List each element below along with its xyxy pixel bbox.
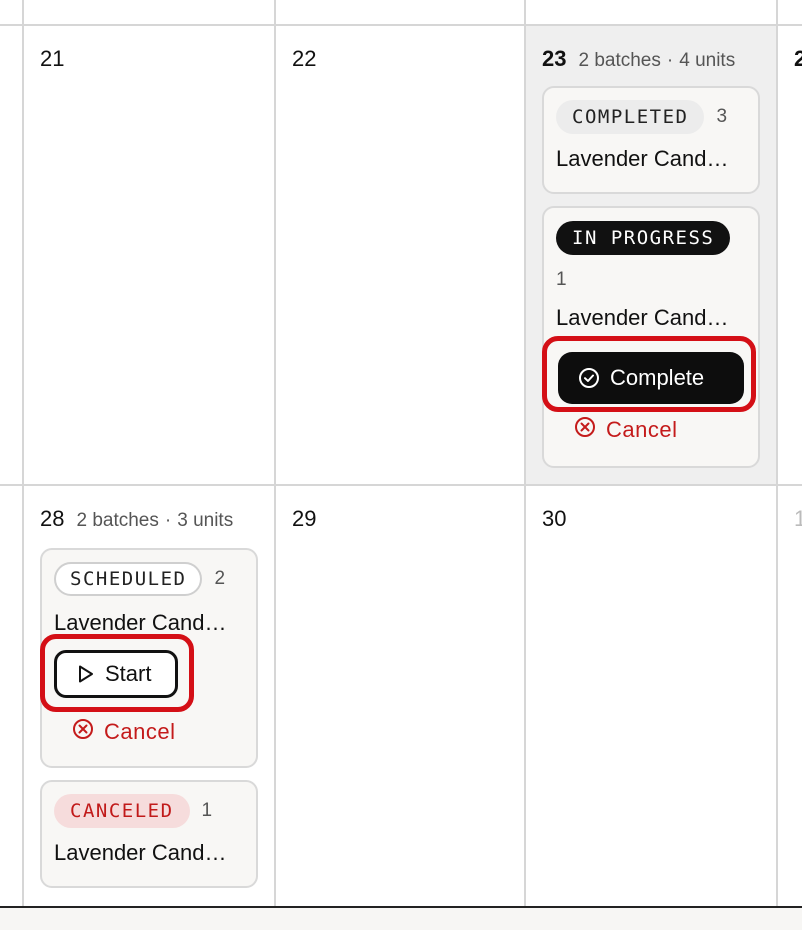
complete-button[interactable]: Complete xyxy=(558,352,744,404)
day-cell-30[interactable]: 30 xyxy=(526,486,776,906)
x-circle-icon xyxy=(72,718,94,746)
batch-count: 2 batches xyxy=(76,510,159,531)
day-cell-next-month[interactable]: 1 xyxy=(778,486,802,906)
day-cell-23[interactable]: 23 2 batches · 4 units COMPLETED 3 Lavende… xyxy=(526,26,776,484)
status-badge: COMPLETED xyxy=(556,100,705,134)
cancel-button[interactable]: Cancel xyxy=(574,416,677,444)
batch-card-completed[interactable]: COMPLETED 3 Lavender Cand… xyxy=(542,86,760,194)
cancel-button-label: Cancel xyxy=(104,719,176,744)
batch-card-in-progress[interactable]: IN PROGRESS 1 Lavender Cand… Complete Ca… xyxy=(542,206,760,468)
status-badge: IN PROGRESS xyxy=(556,221,731,255)
meta-separator: · xyxy=(666,50,674,71)
status-badge: CANCELED xyxy=(54,794,190,828)
batch-card-scheduled[interactable]: SCHEDULED 2 Lavender Cand… Start Cancel xyxy=(40,548,258,768)
start-button-label: Start xyxy=(105,661,152,686)
start-button[interactable]: Start xyxy=(54,650,178,698)
batch-title: Lavender Cand… xyxy=(54,840,227,865)
cancel-button[interactable]: Cancel xyxy=(72,718,175,746)
batch-quantity: 2 xyxy=(214,568,226,589)
batch-quantity: 3 xyxy=(716,106,728,127)
batch-title: Lavender Cand… xyxy=(556,146,729,171)
day-number: 29 xyxy=(292,506,317,531)
bottom-panel xyxy=(0,906,802,930)
day-number: 22 xyxy=(292,46,317,71)
day-number: 23 xyxy=(542,46,567,71)
batch-quantity: 1 xyxy=(201,800,213,821)
meta-separator: · xyxy=(164,510,172,531)
cancel-button-label: Cancel xyxy=(606,417,678,442)
day-number: 28 xyxy=(40,506,65,531)
day-cell-22[interactable]: 22 xyxy=(276,26,524,484)
complete-button-label: Complete xyxy=(610,365,705,390)
check-circle-icon xyxy=(578,367,600,389)
day-number: 21 xyxy=(40,46,65,71)
day-cell-29[interactable]: 29 xyxy=(276,486,524,906)
day-summary: 2 batches · 3 units xyxy=(76,510,233,532)
unit-count: 4 units xyxy=(679,50,736,71)
day-number: 1 xyxy=(794,506,802,531)
day-summary: 2 batches · 4 units xyxy=(578,50,735,72)
x-circle-icon xyxy=(574,416,596,444)
batch-title: Lavender Cand… xyxy=(556,305,729,330)
batch-title: Lavender Cand… xyxy=(54,610,227,635)
status-badge: SCHEDULED xyxy=(54,562,203,596)
unit-count: 3 units xyxy=(177,510,234,531)
day-cell-next[interactable]: 2 xyxy=(778,26,802,484)
batch-quantity: 1 xyxy=(556,269,567,290)
day-cell-28[interactable]: 28 2 batches · 3 units SCHEDULED 2 Lavende… xyxy=(24,486,274,906)
batch-count: 2 batches xyxy=(578,50,661,71)
play-icon xyxy=(77,664,95,684)
day-number: 2 xyxy=(794,46,802,71)
day-number: 30 xyxy=(542,506,567,531)
batch-card-canceled[interactable]: CANCELED 1 Lavender Cand… xyxy=(40,780,258,888)
day-cell-21[interactable]: 21 xyxy=(24,26,274,484)
